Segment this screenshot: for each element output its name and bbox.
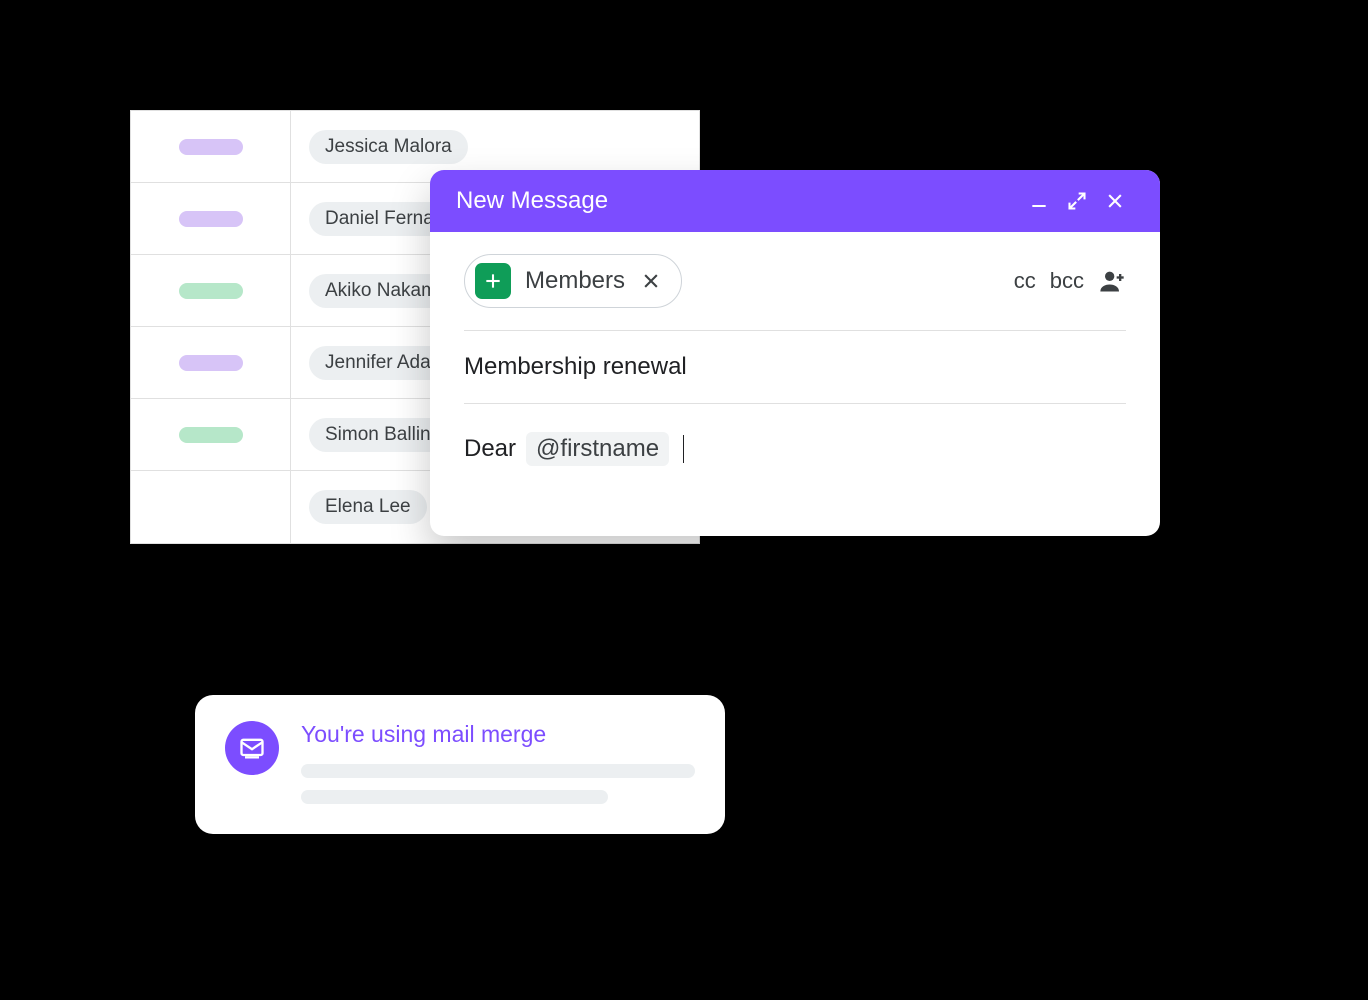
- mail-merge-toast: You're using mail merge: [195, 695, 725, 834]
- status-cell: [131, 183, 291, 254]
- status-cell: [131, 471, 291, 543]
- status-pill: [179, 139, 243, 155]
- status-pill: [179, 211, 243, 227]
- compose-title: New Message: [456, 187, 608, 215]
- name-chip: Jennifer Ada: [309, 346, 447, 380]
- remove-chip-icon[interactable]: [639, 269, 663, 293]
- name-chip: Simon Ballin: [309, 418, 447, 452]
- minimize-button[interactable]: [1020, 182, 1058, 220]
- name-chip: Jessica Malora: [309, 130, 468, 164]
- cc-button[interactable]: cc: [1014, 268, 1036, 294]
- status-pill: [179, 355, 243, 371]
- expand-icon[interactable]: [1058, 182, 1096, 220]
- name-chip: Daniel Ferna: [309, 202, 450, 236]
- text-cursor: [683, 435, 684, 463]
- close-button[interactable]: [1096, 182, 1134, 220]
- skeleton-line: [301, 790, 608, 804]
- body-greeting: Dear: [464, 435, 516, 463]
- body-editor[interactable]: Dear @firstname: [464, 404, 1126, 466]
- sheets-icon: [475, 263, 511, 299]
- add-contact-icon[interactable]: [1098, 267, 1126, 295]
- status-pill: [179, 283, 243, 299]
- status-cell: [131, 399, 291, 470]
- compose-window: New Message Members: [430, 170, 1160, 536]
- status-pill: [179, 427, 243, 443]
- compose-body: Members cc bcc Membership renewal Dear @…: [430, 232, 1160, 536]
- skeleton-line: [301, 764, 695, 778]
- recipient-chip[interactable]: Members: [464, 254, 682, 308]
- status-cell: [131, 111, 291, 182]
- recipient-chip-label: Members: [525, 267, 625, 295]
- mail-merge-icon: [225, 721, 279, 775]
- recipients-row[interactable]: Members cc bcc: [464, 254, 1126, 331]
- compose-header: New Message: [430, 170, 1160, 232]
- toast-title: You're using mail merge: [301, 721, 695, 748]
- status-cell: [131, 327, 291, 398]
- name-cell: Jessica Malora: [291, 130, 699, 164]
- bcc-button[interactable]: bcc: [1050, 268, 1084, 294]
- name-chip: Elena Lee: [309, 490, 427, 524]
- status-cell: [131, 255, 291, 326]
- subject-field[interactable]: Membership renewal: [464, 331, 1126, 404]
- merge-tag[interactable]: @firstname: [526, 432, 669, 466]
